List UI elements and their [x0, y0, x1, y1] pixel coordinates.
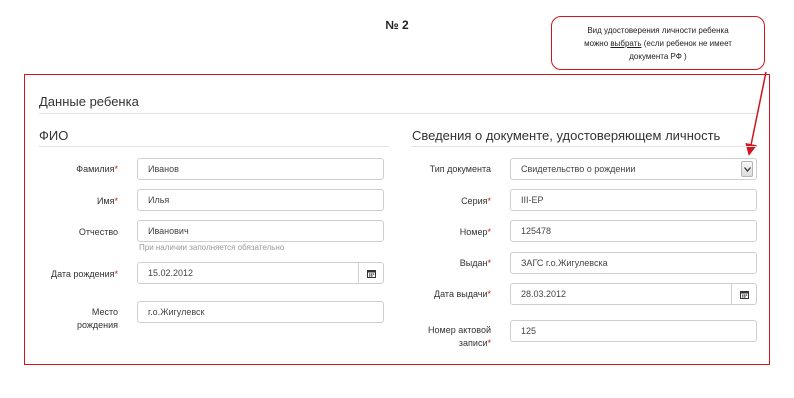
calendar-icon: [366, 269, 376, 278]
issue-date-value: 28.03.2012: [521, 289, 567, 299]
record-number-input[interactable]: 125: [510, 320, 757, 342]
birth-date-calendar-button[interactable]: [358, 263, 383, 283]
issue-date-calendar-button[interactable]: [731, 284, 756, 304]
name-input[interactable]: Илья: [137, 189, 384, 211]
patronymic-hint: При наличии заполняется обязательно: [139, 243, 285, 252]
surname-input[interactable]: Иванов: [137, 158, 384, 180]
birth-date-input[interactable]: 15.02.2012: [137, 262, 384, 284]
number-label: Номер*: [459, 227, 491, 237]
section-title: Данные ребенка: [39, 94, 139, 109]
doc-type-value: Свидетельство о рождении: [521, 164, 636, 174]
issue-date-label: Дата выдачи*: [434, 289, 491, 299]
name-label: Имя*: [96, 196, 118, 206]
doc-type-label: Тип документа: [429, 164, 491, 174]
record-number-label: Номер актовой записи*: [428, 325, 491, 348]
calendar-icon: [739, 290, 749, 299]
birth-place-label: Место рождения: [76, 307, 118, 330]
document-divider: [412, 146, 756, 147]
doc-type-select[interactable]: Свидетельство о рождении: [510, 158, 757, 180]
issued-by-label: Выдан*: [459, 258, 491, 268]
patronymic-label: Отчество: [78, 227, 118, 237]
birth-place-input[interactable]: г.о.Жигулевск: [137, 301, 384, 323]
birth-date-value: 15.02.2012: [148, 268, 194, 278]
series-input[interactable]: III-ЕР: [510, 189, 757, 211]
series-label: Серия*: [461, 196, 491, 206]
issue-date-input[interactable]: 28.03.2012: [510, 283, 757, 305]
issued-by-input[interactable]: ЗАГС г.о.Жигулевска: [510, 252, 757, 274]
surname-label: Фамилия*: [76, 164, 118, 174]
chevron-down-icon: [743, 166, 751, 172]
number-input[interactable]: 125478: [510, 220, 757, 242]
patronymic-input[interactable]: Иванович: [137, 220, 384, 242]
fio-divider: [39, 146, 389, 147]
fio-title: ФИО: [39, 128, 69, 143]
document-title: Сведения о документе, удостоверяющем лич…: [412, 128, 721, 143]
doc-type-dropdown-button[interactable]: [741, 161, 753, 177]
section-divider: [39, 113, 756, 114]
birth-date-label: Дата рождения*: [50, 269, 118, 279]
